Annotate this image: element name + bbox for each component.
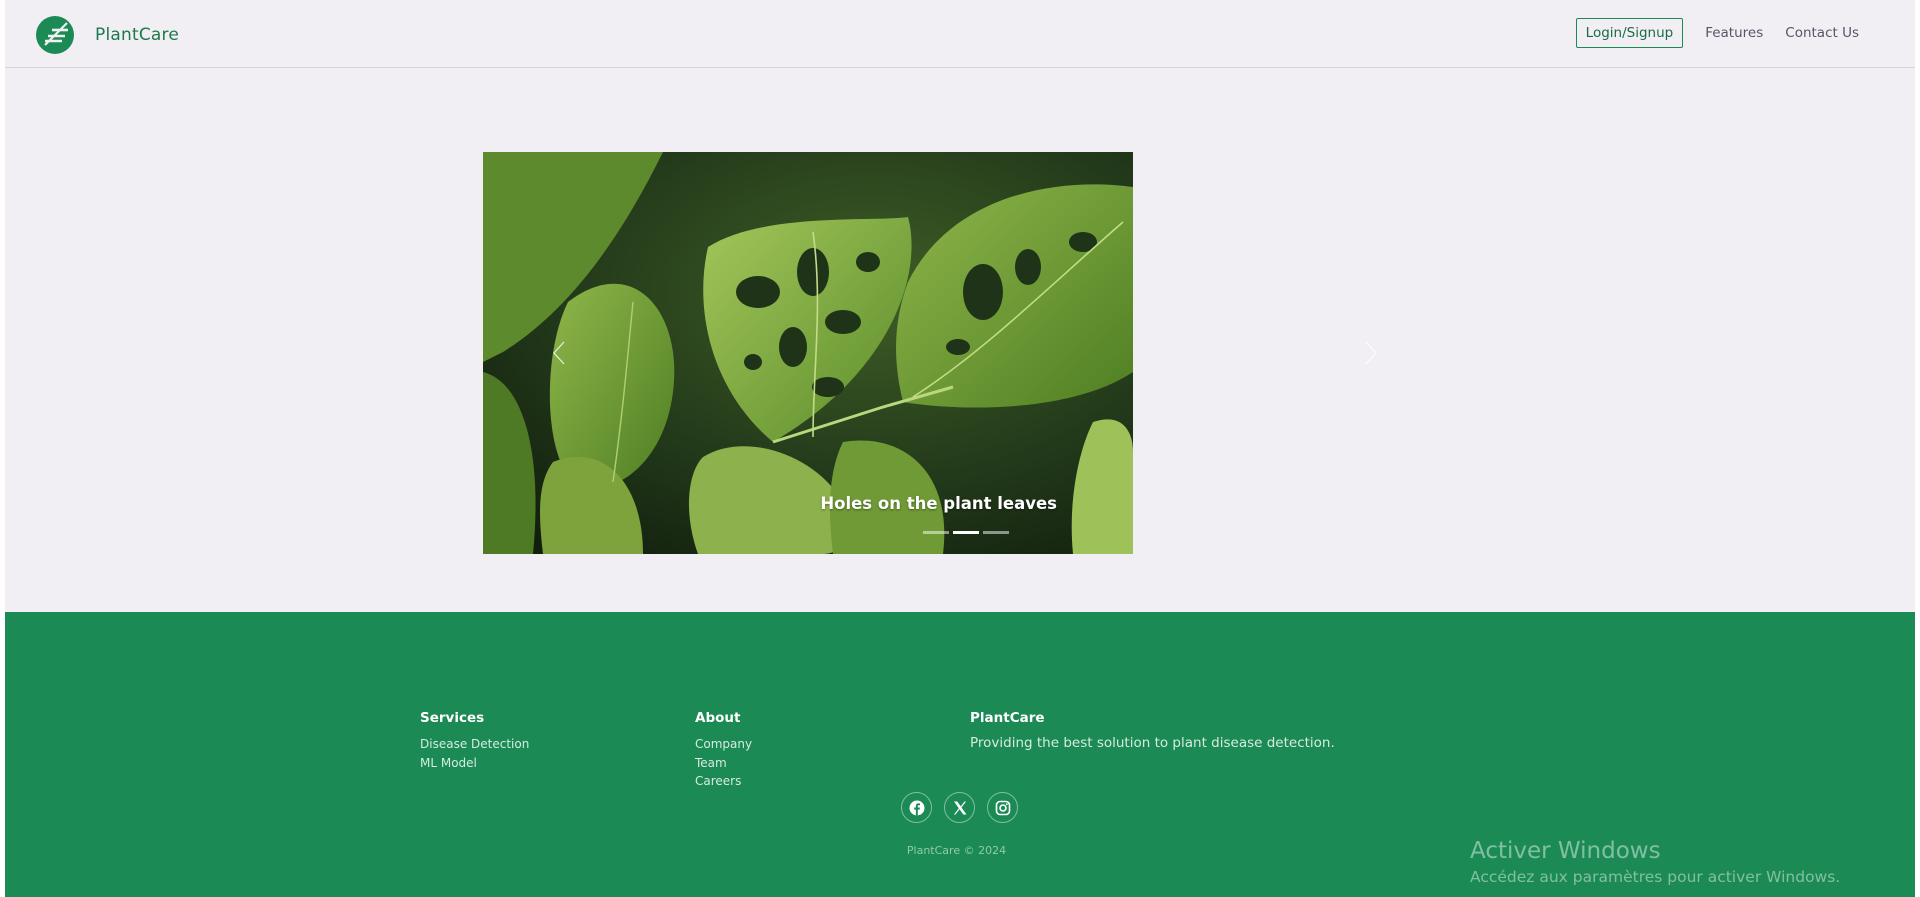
footer-plantcare-description: Providing the best solution to plant dis… <box>970 735 1335 751</box>
carousel-indicators <box>923 531 1009 534</box>
chevron-right-icon <box>1365 341 1377 365</box>
facebook-icon <box>909 800 924 815</box>
carousel-caption: Holes on the plant leaves <box>483 494 1133 513</box>
footer: Services Disease Detection ML Model Abou… <box>5 612 1915 897</box>
facebook-link[interactable] <box>901 792 932 823</box>
footer-link-team[interactable]: Team <box>695 754 752 773</box>
footer-link-ml-model[interactable]: ML Model <box>420 754 529 773</box>
carousel-prev-button[interactable] <box>548 338 570 368</box>
carousel-indicator-1[interactable] <box>923 531 949 534</box>
carousel-indicator-2[interactable] <box>953 531 979 534</box>
carousel-next-button[interactable] <box>1360 338 1382 368</box>
footer-plantcare-title: PlantCare <box>970 710 1045 726</box>
social-links <box>901 792 1018 823</box>
brand-name: PlantCare <box>95 25 179 45</box>
brand[interactable]: PlantCare <box>35 15 179 55</box>
instagram-link[interactable] <box>987 792 1018 823</box>
nav-contact-link[interactable]: Contact Us <box>1785 25 1859 41</box>
watermark-title: Activer Windows <box>1470 838 1661 864</box>
nav-features-link[interactable]: Features <box>1705 25 1763 41</box>
chevron-left-icon <box>553 341 565 365</box>
footer-services-column: Services Disease Detection ML Model <box>420 710 529 772</box>
copyright-label: PlantCare © 2024 <box>906 844 1007 857</box>
carousel-caption-text: Holes on the plant leaves <box>820 494 1057 513</box>
footer-plantcare-column: PlantCare Providing the best solution to… <box>970 710 1335 751</box>
carousel-indicator-3[interactable] <box>983 531 1009 534</box>
footer-link-careers[interactable]: Careers <box>695 772 752 791</box>
x-link[interactable] <box>944 792 975 823</box>
footer-about-title: About <box>695 710 741 726</box>
x-icon <box>953 801 966 814</box>
leaf-logo-icon <box>36 16 74 54</box>
footer-about-column: About Company Team Careers <box>695 710 752 791</box>
navbar: PlantCare Login/Signup Features Contact … <box>5 0 1915 68</box>
footer-link-company[interactable]: Company <box>695 735 752 754</box>
page: PlantCare Login/Signup Features Contact … <box>5 0 1915 897</box>
instagram-icon <box>995 800 1010 815</box>
windows-activation-watermark: Activer Windows Accédez aux paramètres p… <box>1470 838 1840 886</box>
footer-link-disease-detection[interactable]: Disease Detection <box>420 735 529 754</box>
login-signup-button[interactable]: Login/Signup <box>1575 18 1684 48</box>
watermark-subtitle: Accédez aux paramètres pour activer Wind… <box>1470 868 1841 886</box>
nav-menu: Login/Signup Features Contact Us <box>1575 18 1859 48</box>
footer-services-title: Services <box>420 710 485 726</box>
